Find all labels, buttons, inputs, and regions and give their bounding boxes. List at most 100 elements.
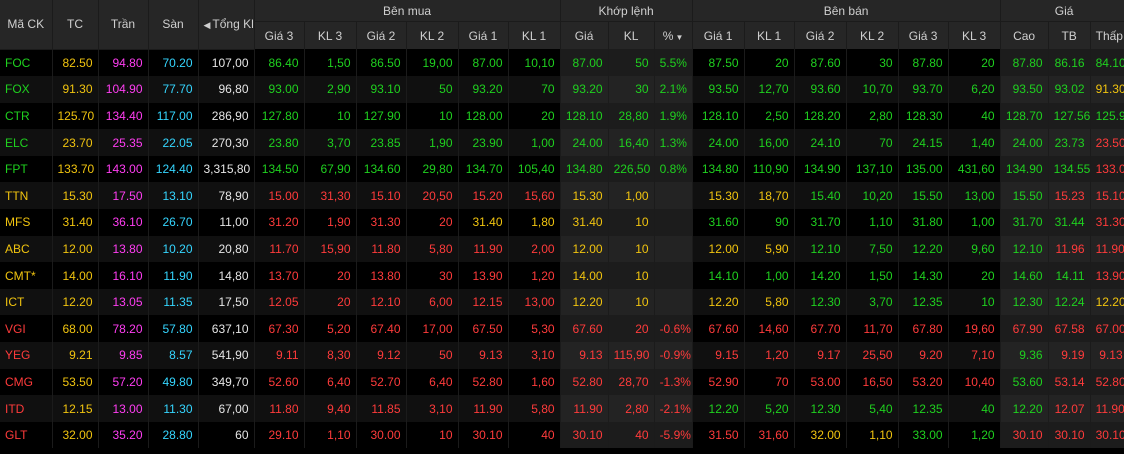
buy-price-cell: 11.90 — [458, 235, 509, 263]
col-pct-header[interactable]: % ▼ — [654, 21, 693, 49]
symbol-cell[interactable]: GLT — [0, 421, 53, 449]
table-row[interactable]: FPT 133.70 143.00 124.40 3,315,80 134.50 67,90… — [0, 155, 1124, 183]
symbol-cell[interactable]: ITD — [0, 395, 53, 422]
total-cell: 270,30 — [198, 129, 255, 156]
buy-price-cell: 52.70 — [356, 368, 407, 396]
col-sell-header[interactable]: KL 1 — [744, 21, 795, 49]
col-buy-header[interactable]: Giá 1 — [458, 21, 509, 49]
symbol-cell[interactable]: MFS — [0, 209, 53, 236]
buy-price-cell: 9.11 — [254, 342, 305, 369]
table-row[interactable]: MFS 31.40 36.10 26.70 11,00 31.20 1,90 31.30 20 3… — [0, 209, 1124, 236]
col-sell-header[interactable]: Giá 3 — [898, 21, 949, 49]
buy-volume-cell: 50 — [406, 76, 459, 103]
buy-price-cell: 93.10 — [356, 76, 407, 103]
col-price-header[interactable]: Thấp — [1090, 21, 1124, 49]
symbol-cell[interactable]: ICT — [0, 288, 53, 316]
total-cell: 11,00 — [198, 209, 255, 236]
low-cell: 91.30 — [1090, 76, 1124, 103]
symbol-cell[interactable]: YEG — [0, 342, 53, 369]
table-row[interactable]: VGI 68.00 78.20 57.80 637,10 67.30 5,20 67.40 17… — [0, 315, 1124, 343]
symbol-cell[interactable]: FOC — [0, 49, 53, 77]
col-price-header[interactable]: Cao — [1000, 21, 1049, 49]
symbol-cell[interactable]: VGI — [0, 315, 53, 343]
col-ceil-header[interactable]: Trần — [98, 0, 149, 50]
table-row[interactable]: TTN 15.30 17.50 13.10 78,90 15.00 31,30 15.10 20… — [0, 182, 1124, 210]
change-pct-cell: 1.9% — [654, 102, 693, 130]
col-buy-header[interactable]: KL 1 — [508, 21, 561, 49]
sell-price-cell: 32.00 — [794, 421, 847, 449]
table-row[interactable]: ABC 12.00 13.80 10.20 20,80 11.70 15,90 11.80 5,… — [0, 235, 1124, 263]
ref-cell: 133.70 — [52, 155, 99, 183]
floor-cell: 10.20 — [148, 235, 199, 263]
col-match-header[interactable]: KL — [608, 21, 655, 49]
col-buy-header[interactable]: KL 3 — [304, 21, 357, 49]
col-sell-header[interactable]: Giá 2 — [794, 21, 847, 49]
sell-price-cell: 24.00 — [692, 129, 745, 156]
table-row[interactable]: ELC 23.70 25.35 22.05 270,30 23.80 3,70 23.85 1,… — [0, 129, 1124, 156]
col-price-header[interactable]: TB — [1048, 21, 1091, 49]
col-match-header[interactable]: Giá — [560, 21, 609, 49]
buy-volume-cell: 19,00 — [406, 49, 459, 77]
col-sell-header[interactable]: KL 3 — [948, 21, 1001, 49]
buy-price-cell: 13.80 — [356, 262, 407, 289]
low-cell: 11.90 — [1090, 395, 1124, 422]
sort-icon[interactable]: ◀ — [204, 20, 211, 30]
avg-cell: 11.96 — [1048, 235, 1091, 263]
col-buy-header[interactable]: KL 2 — [406, 21, 459, 49]
sell-volume-cell: 5,90 — [744, 235, 795, 263]
col-symbol-header[interactable]: Mã CK — [0, 0, 53, 50]
change-pct-cell: 5.5% — [654, 49, 693, 77]
table-row[interactable]: GLT 32.00 35.20 28.80 60 29.10 1,10 30.00 10 30.1… — [0, 421, 1124, 449]
sort-down-icon[interactable]: ▼ — [675, 33, 683, 42]
floor-cell: 49.80 — [148, 368, 199, 396]
col-sell-header[interactable]: Giá 1 — [692, 21, 745, 49]
symbol-cell[interactable]: TTN — [0, 182, 53, 210]
table-row[interactable]: ICT 12.20 13.05 11.35 17,50 12.05 20 12.10 6,00 1… — [0, 288, 1124, 316]
col-floor-header[interactable]: Sàn — [148, 0, 199, 50]
table-row[interactable]: CMT* 14.00 16.10 11.90 14,80 13.70 20 13.80 30 13… — [0, 262, 1124, 289]
low-cell: 12.20 — [1090, 288, 1124, 316]
symbol-cell[interactable]: ELC — [0, 129, 53, 156]
buy-price-cell: 30.00 — [356, 421, 407, 449]
col-buy-header[interactable]: Giá 3 — [254, 21, 305, 49]
buy-volume-cell: 20,50 — [406, 182, 459, 210]
sell-volume-cell: 1,10 — [846, 209, 899, 236]
avg-cell: 127.56 — [1048, 102, 1091, 130]
symbol-cell[interactable]: ABC — [0, 235, 53, 263]
symbol-cell[interactable]: FPT — [0, 155, 53, 183]
change-pct-cell: 1.3% — [654, 129, 693, 156]
col-buy-header[interactable]: Giá 2 — [356, 21, 407, 49]
sell-volume-cell: 1,20 — [948, 421, 1001, 449]
table-row[interactable]: CTR 125.70 134.40 117.00 286,90 127.80 10 127.9… — [0, 102, 1124, 130]
buy-volume-cell: 6,00 — [406, 288, 459, 316]
table-row[interactable]: FOX 91.30 104.90 77.70 96,80 93.00 2,90 93.10 50… — [0, 76, 1124, 103]
col-ref-header[interactable]: TC — [52, 0, 99, 50]
buy-volume-cell: 1,20 — [508, 262, 561, 289]
symbol-cell[interactable]: CMG — [0, 368, 53, 396]
symbol-cell[interactable]: CTR — [0, 102, 53, 130]
buy-volume-cell: 2,00 — [508, 235, 561, 263]
floor-cell: 13.10 — [148, 182, 199, 210]
sell-volume-cell: 40 — [948, 395, 1001, 422]
total-cell: 20,80 — [198, 235, 255, 263]
match-price-cell: 15.30 — [560, 182, 609, 210]
table-row[interactable]: FOC 82.50 94.80 70.20 107,00 86.40 1,50 86.50 19… — [0, 49, 1124, 77]
col-pct-label: % — [662, 28, 674, 43]
ceil-cell: 57.20 — [98, 368, 149, 396]
col-total-header[interactable]: ◀ Tổng Kl — [198, 0, 255, 50]
table-row[interactable]: CMG 53.50 57.20 49.80 349,70 52.60 6,40 52.70 6,… — [0, 368, 1124, 396]
buy-price-cell: 31.40 — [458, 209, 509, 236]
change-pct-cell: 0.8% — [654, 155, 693, 183]
symbol-cell[interactable]: FOX — [0, 76, 53, 103]
symbol-cell[interactable]: CMT* — [0, 262, 53, 289]
sell-price-cell: 12.20 — [898, 235, 949, 263]
sell-volume-cell: 1,40 — [948, 129, 1001, 156]
ref-cell: 14.00 — [52, 262, 99, 289]
table-row[interactable]: YEG 9.21 9.85 8.57 541,90 9.11 8,30 9.12 50 9.13 3… — [0, 342, 1124, 369]
ceil-cell: 13.80 — [98, 235, 149, 263]
sell-price-cell: 53.00 — [794, 368, 847, 396]
col-sell-header[interactable]: KL 2 — [846, 21, 899, 49]
table-row[interactable]: ITD 12.15 13.00 11.30 67,00 11.80 9,40 11.85 3,1… — [0, 395, 1124, 422]
total-cell: 286,90 — [198, 102, 255, 130]
buy-volume-cell: 20 — [304, 288, 357, 316]
